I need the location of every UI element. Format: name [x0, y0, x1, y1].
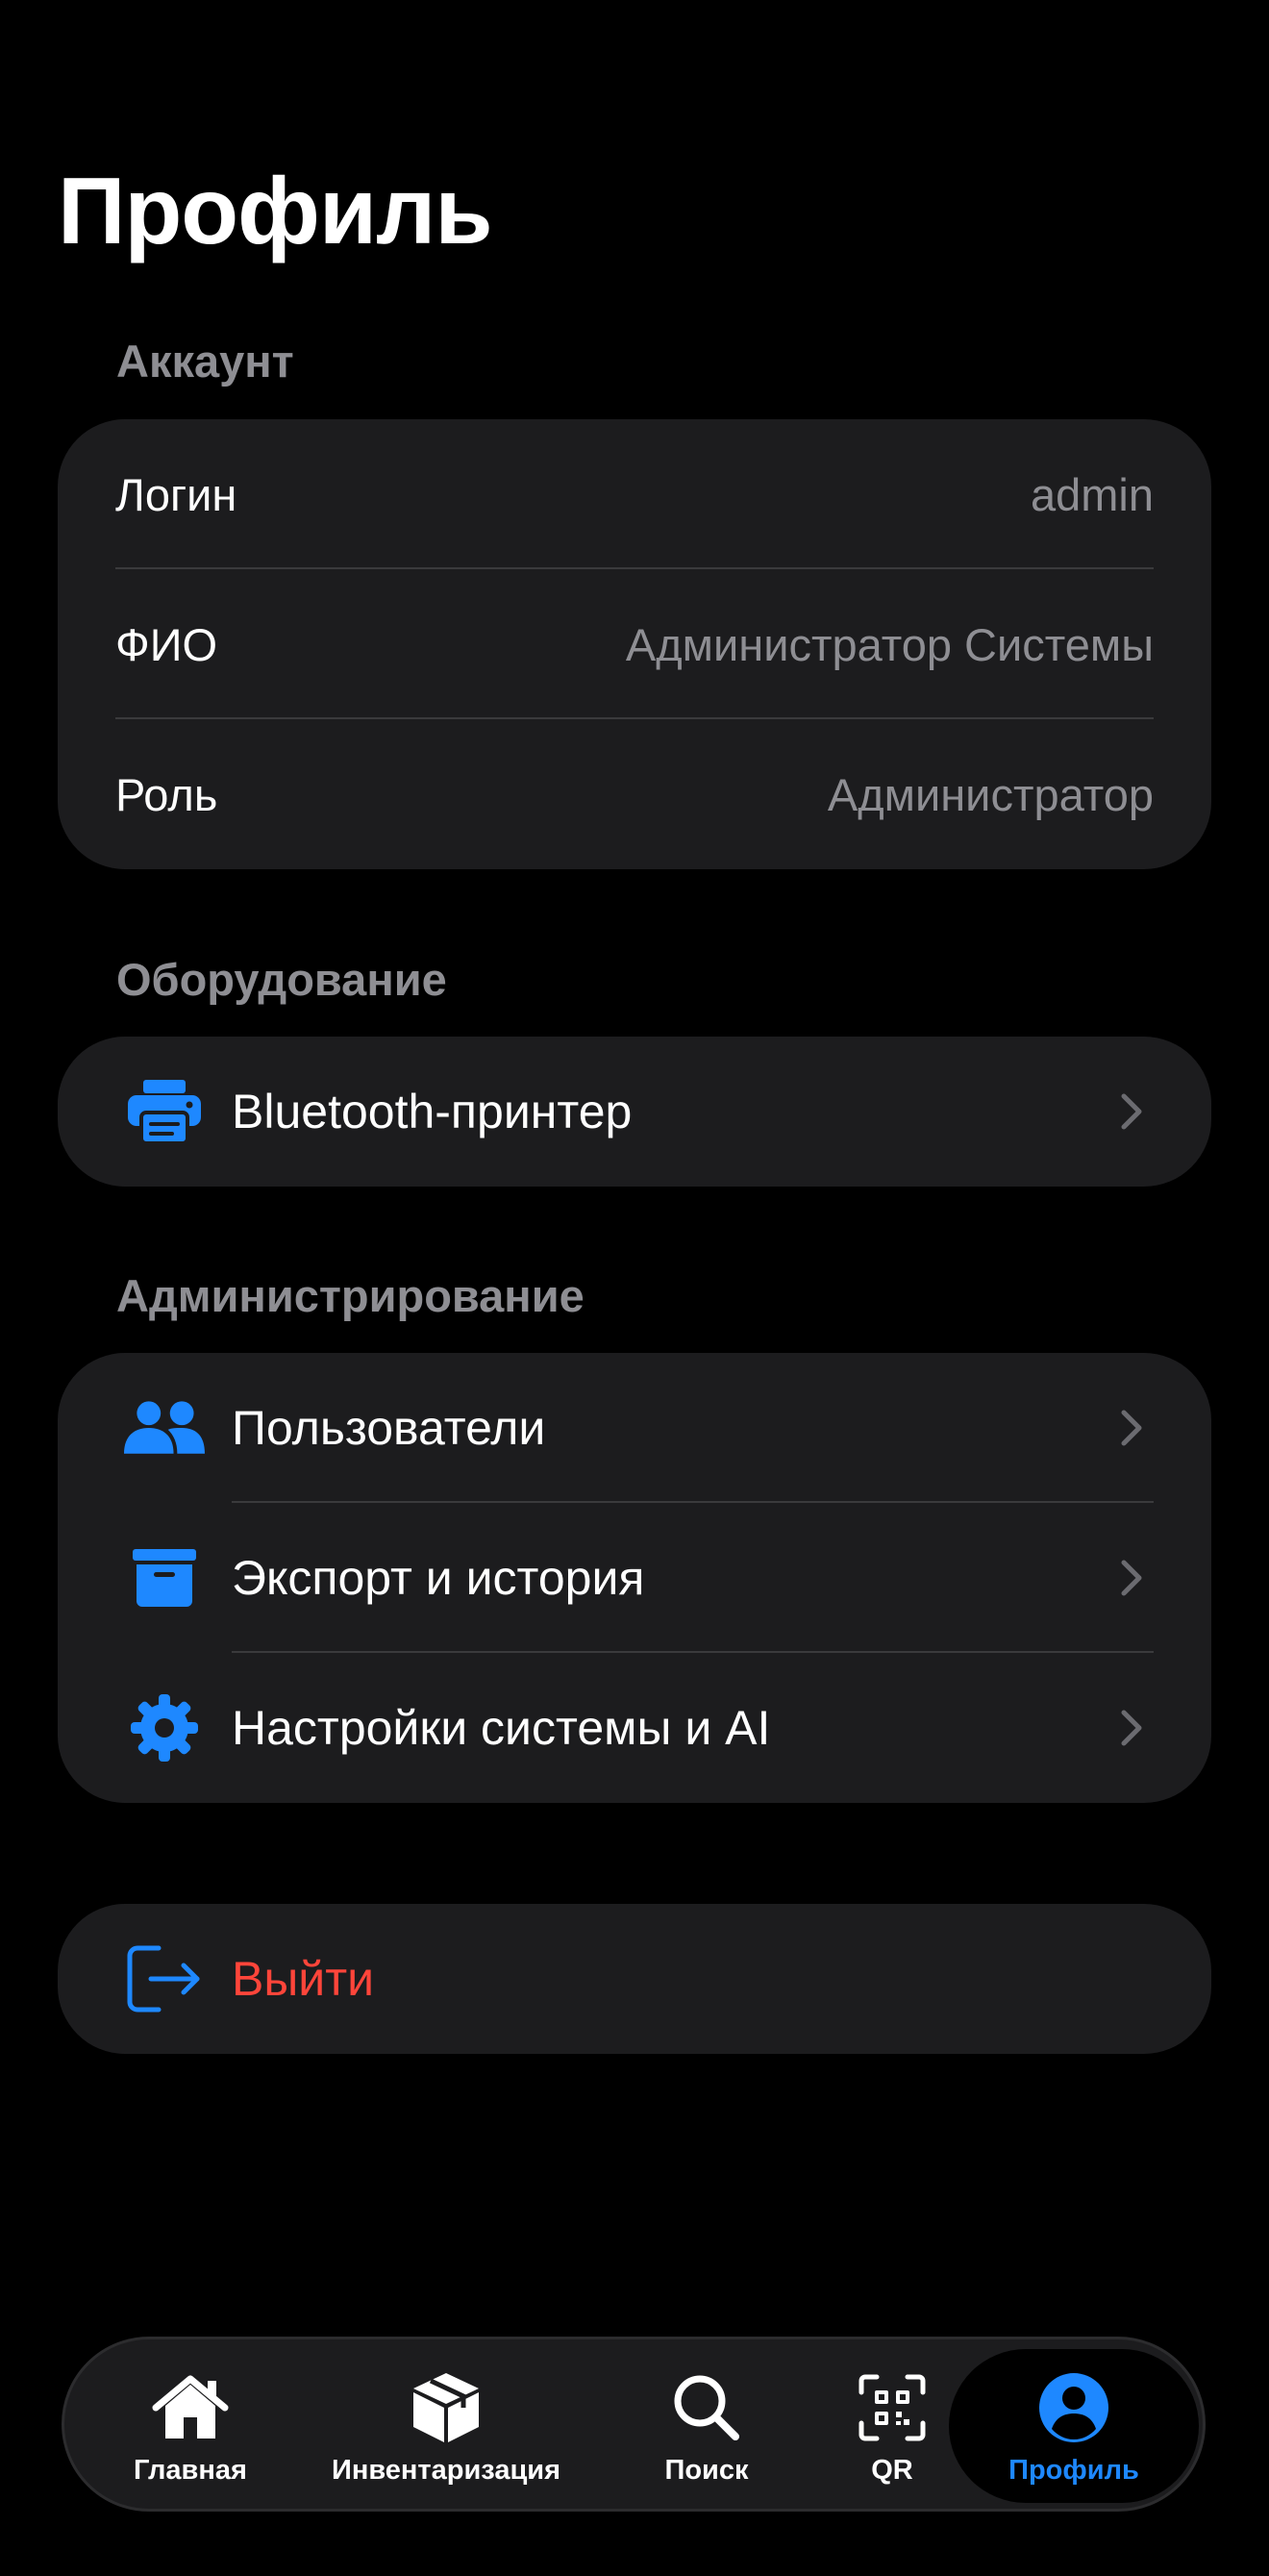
administration-card: Пользователи Экспорт и история Настройки… [58, 1353, 1211, 1803]
tab-qr[interactable]: QR [839, 2339, 945, 2509]
bluetooth-printer-label: Bluetooth-принтер [232, 1085, 633, 1138]
chevron-right-icon [1121, 1093, 1142, 1130]
login-value: admin [1030, 468, 1154, 520]
system-settings-item[interactable]: Настройки системы и AI [58, 1653, 1211, 1803]
fullname-key: ФИО [115, 618, 218, 670]
users-label: Пользователи [232, 1401, 546, 1455]
section-label-administration: Администрирование [116, 1270, 585, 1321]
role-value: Администратор [827, 768, 1154, 820]
cube-icon [411, 2370, 481, 2445]
tab-search[interactable]: Поиск [639, 2339, 774, 2509]
logout-label: Выйти [232, 1952, 375, 2006]
role-row: Роль Администратор [58, 719, 1211, 869]
login-key: Логин [115, 468, 237, 520]
login-row: Логин admin [58, 419, 1211, 569]
logout-button[interactable]: Выйти [58, 1904, 1211, 2054]
fullname-value: Администратор Системы [625, 618, 1154, 670]
tab-bar: Главная Инвентаризация Поиск QR Профиль [62, 2337, 1206, 2512]
gear-icon [124, 1688, 205, 1768]
home-icon [150, 2370, 231, 2445]
tab-inventory[interactable]: Инвентаризация [316, 2339, 576, 2509]
chevron-right-icon [1121, 1560, 1142, 1596]
account-card: Логин admin ФИО Администратор Системы Ро… [58, 419, 1211, 869]
section-label-equipment: Оборудование [116, 954, 447, 1005]
printer-icon [124, 1071, 205, 1152]
users-icon [124, 1388, 205, 1468]
section-label-account: Аккаунт [116, 336, 294, 387]
tab-inventory-label: Инвентаризация [331, 2455, 561, 2486]
tab-home-label: Главная [134, 2455, 247, 2486]
search-icon [672, 2370, 741, 2445]
export-history-label: Экспорт и история [232, 1551, 645, 1605]
fullname-row: ФИО Администратор Системы [58, 569, 1211, 719]
page-title: Профиль [58, 158, 493, 263]
equipment-card: Bluetooth-принтер [58, 1037, 1211, 1187]
tab-search-label: Поиск [664, 2455, 749, 2486]
bluetooth-printer-item[interactable]: Bluetooth-принтер [58, 1037, 1211, 1187]
profile-icon [1037, 2370, 1110, 2445]
chevron-right-icon [1121, 1710, 1142, 1746]
qr-scan-icon [858, 2370, 927, 2445]
logout-card: Выйти [58, 1904, 1211, 2054]
tab-qr-label: QR [871, 2455, 913, 2486]
chevron-right-icon [1121, 1410, 1142, 1446]
role-key: Роль [115, 768, 218, 820]
system-settings-label: Настройки системы и AI [232, 1701, 771, 1755]
tab-profile[interactable]: Профиль [949, 2349, 1199, 2503]
tab-profile-label: Профиль [1008, 2455, 1139, 2486]
export-history-item[interactable]: Экспорт и история [58, 1503, 1211, 1653]
archive-box-icon [124, 1538, 205, 1618]
tab-home[interactable]: Главная [109, 2339, 272, 2509]
logout-icon [124, 1938, 205, 2019]
users-item[interactable]: Пользователи [58, 1353, 1211, 1503]
